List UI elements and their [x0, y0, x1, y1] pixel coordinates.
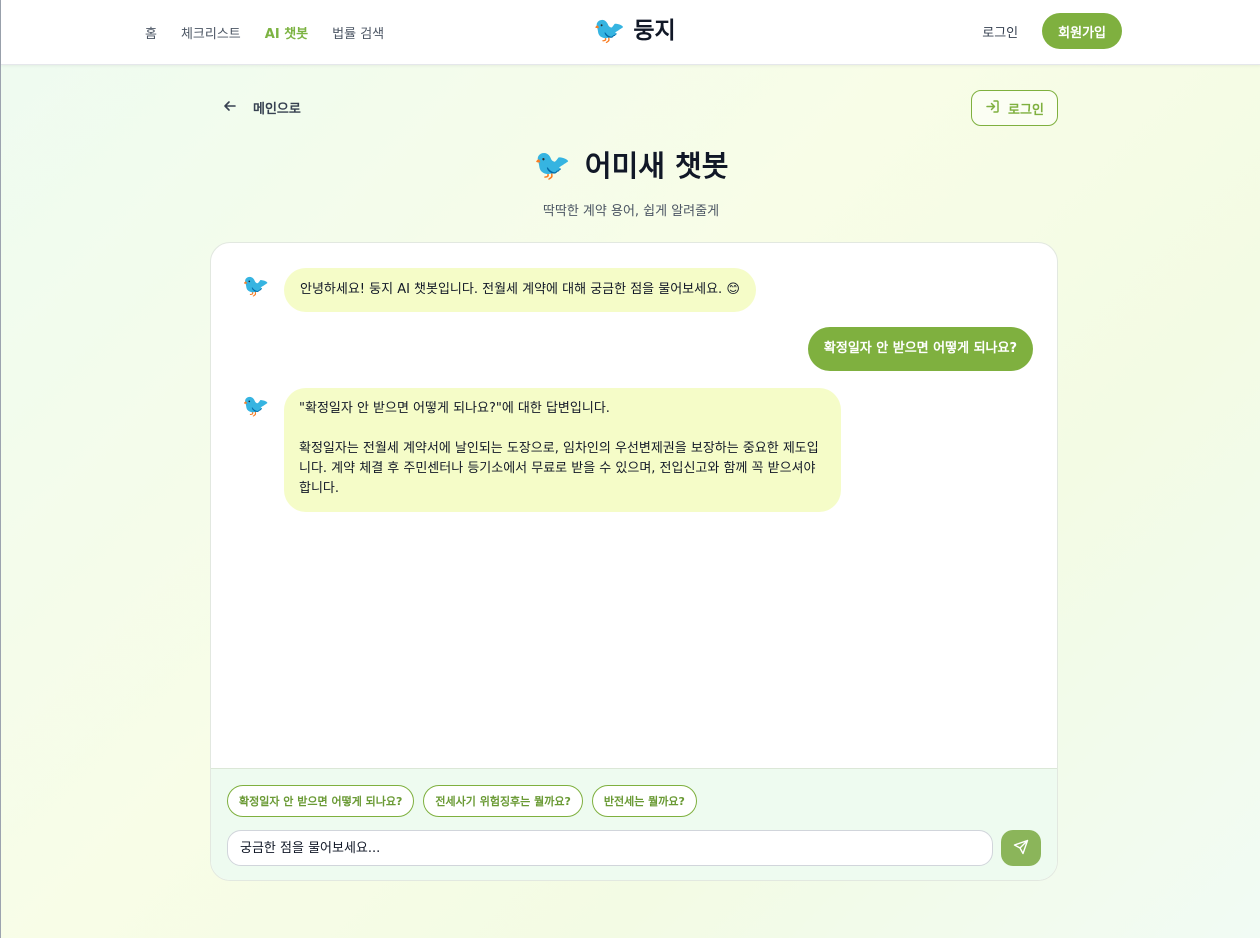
suggestion-chip[interactable]: 전세사기 위험징후는 뭘까요? — [423, 785, 583, 817]
page-title-wrap: 🐦 어미새 챗봇 — [1, 146, 1260, 186]
login-icon — [985, 99, 1000, 118]
arrow-left-icon — [223, 99, 237, 117]
login-button[interactable]: 로그인 — [971, 90, 1058, 126]
user-message: 확정일자 안 받으면 어떻게 되나요? — [807, 327, 1033, 371]
header-login-link[interactable]: 로그인 — [982, 22, 1018, 41]
bird-icon: 🐦 — [593, 16, 626, 46]
back-label: 메인으로 — [253, 102, 301, 117]
send-icon — [1013, 839, 1029, 858]
chat-card: 🐦 안녕하세요! 둥지 AI 챗봇입니다. 전월세 계약에 대해 궁금한 점을 … — [210, 242, 1058, 881]
page-title: 🐦 어미새 챗봇 — [534, 146, 729, 186]
bot-message-line: "확정일자 안 받으면 어떻게 되나요?"에 대한 답변입니다. — [299, 401, 610, 416]
back-to-main-link[interactable]: 메인으로 — [223, 98, 301, 117]
bot-message: "확정일자 안 받으면 어떻게 되나요?"에 대한 답변입니다. 확정일자는 전… — [284, 388, 841, 512]
send-button[interactable] — [1001, 830, 1041, 866]
page-subtitle: 딱딱한 계약 용어, 쉽게 알려줄게 — [542, 204, 720, 219]
suggestion-chip[interactable]: 반전세는 뭘까요? — [591, 785, 697, 817]
main-nav: 홈 체크리스트 AI 챗봇 법률 검색 — [145, 0, 384, 64]
signup-button[interactable]: 회원가입 — [1042, 13, 1122, 49]
nav-ai-chatbot[interactable]: AI 챗봇 — [265, 23, 308, 42]
bird-avatar-icon: 🐦 — [242, 274, 270, 299]
message-input[interactable] — [227, 830, 993, 866]
suggestion-chips: 확정일자 안 받으면 어떻게 되나요? 전세사기 위험징후는 뭘까요? 반전세는… — [227, 785, 697, 817]
bird-icon: 🐦 — [533, 148, 571, 183]
message-list[interactable]: 🐦 안녕하세요! 둥지 AI 챗봇입니다. 전월세 계약에 대해 궁금한 점을 … — [211, 243, 1057, 768]
brand-logo[interactable]: 🐦 둥지 — [593, 14, 676, 48]
page-title-text: 어미새 챗봇 — [584, 149, 729, 183]
bot-message: 안녕하세요! 둥지 AI 챗봇입니다. 전월세 계약에 대해 궁금한 점을 물어… — [284, 268, 756, 312]
bot-message-line: 확정일자는 전월세 계약서에 날인되는 도장으로, 임차인의 우선변제권을 보장… — [299, 441, 819, 496]
bird-avatar-icon: 🐦 — [242, 394, 270, 419]
composer-area: 확정일자 안 받으면 어떻게 되나요? 전세사기 위험징후는 뭘까요? 반전세는… — [211, 768, 1057, 880]
brand-name: 둥지 — [633, 18, 676, 44]
suggestion-chip[interactable]: 확정일자 안 받으면 어떻게 되나요? — [227, 785, 415, 817]
top-header: 홈 체크리스트 AI 챗봇 법률 검색 🐦 둥지 로그인 회원가입 — [1, 0, 1260, 65]
nav-checklist[interactable]: 체크리스트 — [181, 23, 241, 42]
nav-home[interactable]: 홈 — [145, 23, 157, 42]
login-button-label: 로그인 — [1008, 102, 1044, 118]
header-actions: 로그인 회원가입 — [982, 13, 1122, 49]
nav-law-search[interactable]: 법률 검색 — [332, 23, 384, 42]
